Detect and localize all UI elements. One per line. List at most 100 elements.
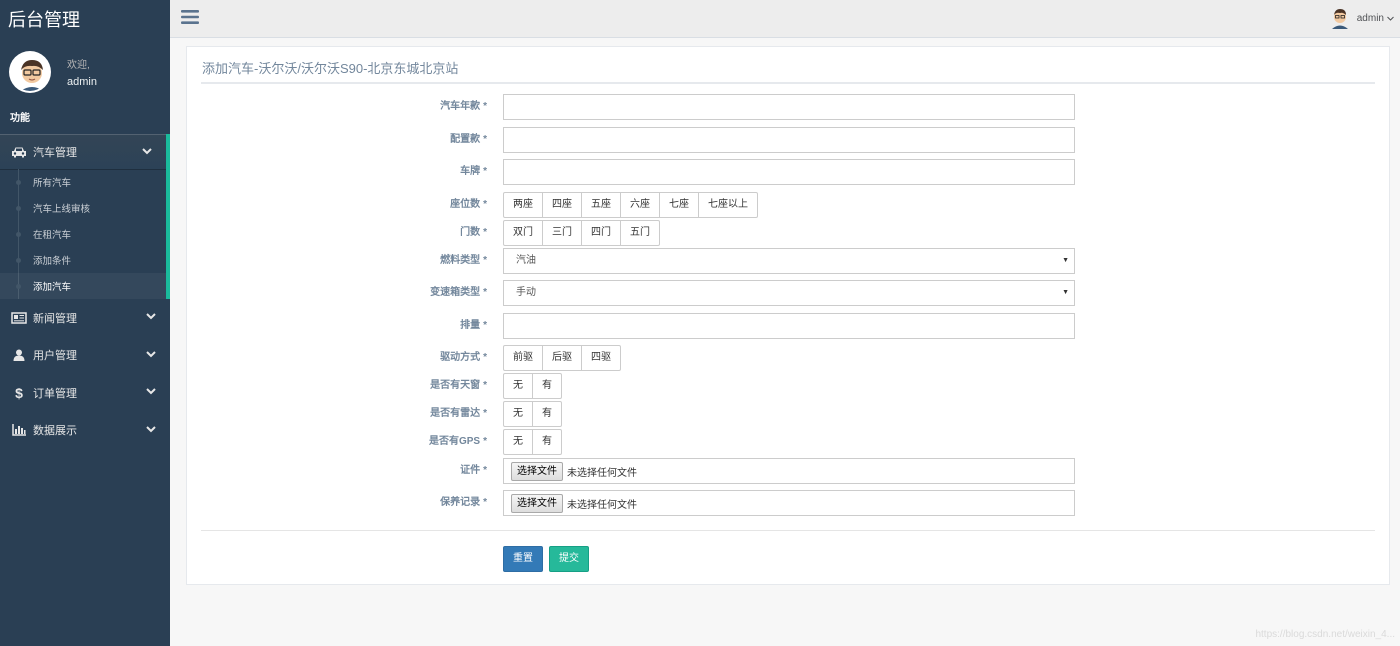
user-icon (10, 349, 28, 362)
drive-button-group: 前驱 后驱 四驱 (503, 345, 621, 371)
drive-option[interactable]: 后驱 (542, 345, 582, 371)
doors-option[interactable]: 双门 (503, 220, 543, 246)
menu-order-toggle[interactable]: $ 订单管理 (0, 374, 170, 412)
content-panel: 添加汽车-沃尔沃/沃尔沃S90-北京东城北京站 汽车年款 * 配置款 * 车牌 * 座… (186, 46, 1390, 585)
field-label: 燃料类型 * (440, 255, 487, 266)
page-title: 添加汽车-沃尔沃/沃尔沃S90-北京东城北京站 (202, 61, 459, 76)
brand-title[interactable]: 后台管理 (0, 0, 170, 38)
seats-option[interactable]: 两座 (503, 192, 543, 218)
menu-car: 汽车管理 所有汽车 汽车上线审核 在租汽车 添加条件 添加汽车 (0, 134, 170, 299)
chevron-down-icon (146, 349, 156, 361)
submenu-car: 所有汽车 汽车上线审核 在租汽车 添加条件 添加汽车 (0, 169, 170, 299)
displacement-input[interactable] (503, 313, 1075, 339)
doors-option[interactable]: 三门 (542, 220, 582, 246)
sidebar-item-all-cars[interactable]: 所有汽车 (0, 169, 166, 195)
chevron-down-icon (146, 424, 156, 436)
field-label: 汽车年款 * (440, 101, 487, 112)
radar-option[interactable]: 无 (503, 401, 533, 427)
radar-option[interactable]: 有 (532, 401, 562, 427)
form-row-doors: 门数 * 双门 三门 四门 五门 (187, 220, 1391, 246)
choose-file-button[interactable]: 选择文件 (511, 461, 563, 481)
submit-button[interactable]: 提交 (549, 546, 589, 572)
chevron-down-icon (1387, 13, 1394, 24)
sidebar-item-add-condition[interactable]: 添加条件 (0, 247, 166, 273)
reset-button[interactable]: 重置 (503, 546, 543, 572)
field-label: 证件 * (460, 465, 487, 476)
file-status: 未选择任何文件 (567, 467, 637, 479)
license-plate-input[interactable] (503, 159, 1075, 185)
drive-option[interactable]: 四驱 (581, 345, 621, 371)
form-row-drive: 驱动方式 * 前驱 后驱 四驱 (187, 345, 1391, 371)
menu-order: $ 订单管理 (0, 374, 170, 412)
chevron-down-icon (146, 386, 156, 398)
menu-data-toggle[interactable]: 数据展示 (0, 412, 170, 450)
doors-option[interactable]: 五门 (620, 220, 660, 246)
watermark: https://blog.csdn.net/weixin_4... (1255, 629, 1395, 640)
field-label: 变速箱类型 * (430, 287, 487, 298)
gearbox-type-value: 手动 (516, 287, 536, 298)
seats-option[interactable]: 五座 (581, 192, 621, 218)
menu-data-label: 数据展示 (33, 425, 77, 438)
sunroof-option[interactable]: 无 (503, 373, 533, 399)
form-row-fuel: 燃料类型 * 汽油 ▼ (187, 248, 1391, 274)
gps-option[interactable]: 有 (532, 429, 562, 455)
form-row-plate: 车牌 * (187, 159, 1391, 185)
form-row-maintenance: 保养记录 * 选择文件 未选择任何文件 (187, 490, 1391, 516)
fuel-type-select[interactable]: 汽油 ▼ (503, 248, 1075, 274)
menu-order-label: 订单管理 (33, 387, 77, 400)
seats-option[interactable]: 七座 (659, 192, 699, 218)
fuel-type-value: 汽油 (516, 255, 536, 266)
drive-option[interactable]: 前驱 (503, 345, 543, 371)
menu-news-toggle[interactable]: 新闻管理 (0, 299, 170, 337)
form-row-config: 配置款 * (187, 127, 1391, 153)
doors-option[interactable]: 四门 (581, 220, 621, 246)
config-input[interactable] (503, 127, 1075, 153)
car-year-input[interactable] (503, 94, 1075, 120)
gearbox-type-select[interactable]: 手动 ▼ (503, 280, 1075, 306)
field-label: 车牌 * (460, 166, 487, 177)
welcome-text: 欢迎, (67, 60, 90, 71)
menu-user-label: 用户管理 (33, 350, 77, 363)
chevron-down-icon (142, 146, 152, 158)
radar-button-group: 无 有 (503, 401, 562, 427)
sidebar-item-car-review[interactable]: 汽车上线审核 (0, 195, 166, 221)
sunroof-button-group: 无 有 (503, 373, 562, 399)
sidebar: 后台管理 欢迎, admin 功能 汽车管理 所有汽车 汽车上线审核 在租汽车 … (0, 0, 170, 646)
field-label: 是否有天窗 * (430, 380, 487, 391)
hamburger-icon[interactable] (181, 9, 199, 28)
field-label: 门数 * (460, 227, 487, 238)
profile: 欢迎, admin (0, 38, 170, 106)
form-row-gearbox: 变速箱类型 * 手动 ▼ (187, 280, 1391, 306)
seats-option[interactable]: 六座 (620, 192, 660, 218)
gps-option[interactable]: 无 (503, 429, 533, 455)
form-row-gps: 是否有GPS * 无 有 (187, 429, 1391, 455)
choose-file-button[interactable]: 选择文件 (511, 493, 563, 513)
form-row-year: 汽车年款 * (187, 94, 1391, 120)
field-label: 驱动方式 * (440, 352, 487, 363)
topnav-username: admin (1356, 12, 1384, 24)
avatar (9, 51, 51, 93)
form-row-displacement: 排量 * (187, 313, 1391, 339)
seats-option[interactable]: 四座 (542, 192, 582, 218)
user-dropdown[interactable]: admin (1330, 7, 1394, 29)
profile-username: admin (67, 76, 97, 88)
menu-car-toggle[interactable]: 汽车管理 (0, 134, 170, 169)
menu-user: 用户管理 (0, 337, 170, 375)
sunroof-option[interactable]: 有 (532, 373, 562, 399)
car-icon (10, 146, 28, 158)
menu-user-toggle[interactable]: 用户管理 (0, 337, 170, 375)
field-label: 是否有雷达 * (430, 408, 487, 419)
field-label: 排量 * (460, 320, 487, 331)
seats-option[interactable]: 七座以上 (698, 192, 758, 218)
select-arrow-icon: ▼ (1062, 289, 1069, 296)
select-arrow-icon: ▼ (1062, 257, 1069, 264)
dollar-icon: $ (15, 384, 23, 401)
sidebar-item-renting-cars[interactable]: 在租汽车 (0, 221, 166, 247)
form-row-radar: 是否有雷达 * 无 有 (187, 401, 1391, 427)
field-label: 保养记录 * (440, 497, 487, 508)
field-label: 是否有GPS * (428, 436, 487, 447)
top-nav: admin (170, 0, 1400, 38)
certificate-file-input: 选择文件 未选择任何文件 (503, 458, 1075, 484)
sidebar-item-add-car[interactable]: 添加汽车 (0, 273, 166, 299)
doors-button-group: 双门 三门 四门 五门 (503, 220, 660, 246)
